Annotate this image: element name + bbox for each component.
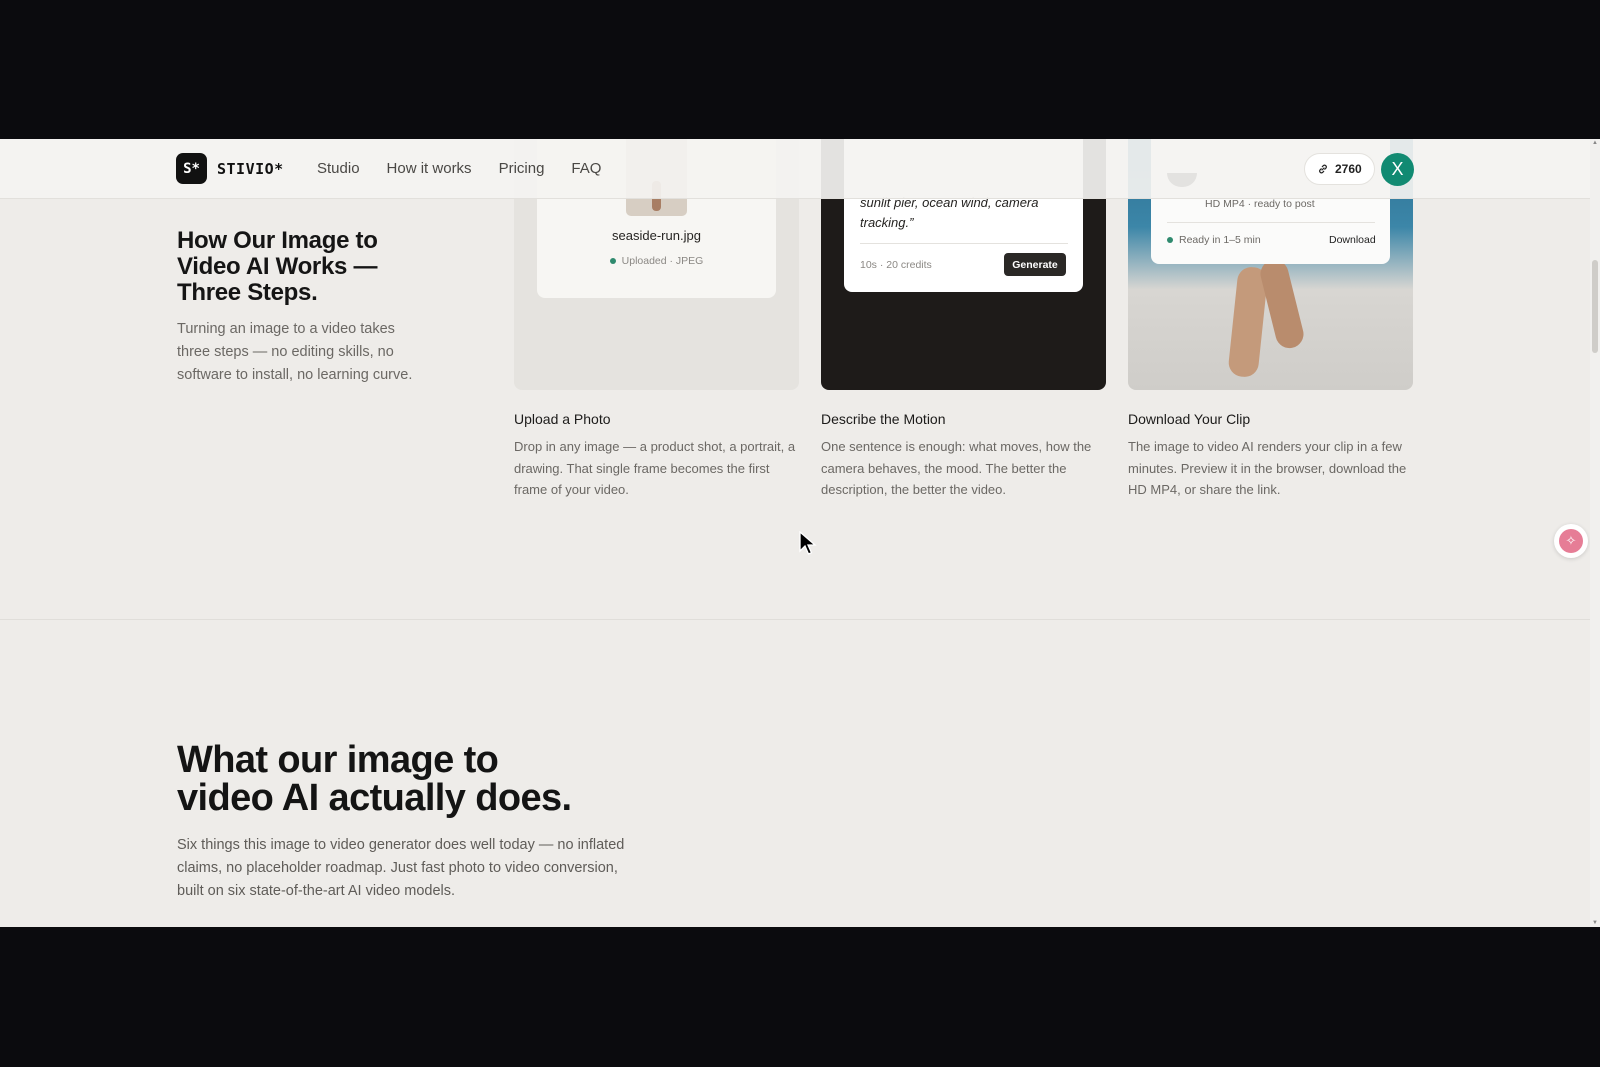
credits-badge[interactable]: 2760 <box>1304 153 1375 185</box>
user-avatar[interactable]: X <box>1381 153 1414 186</box>
section-description: Turning an image to a video takes three … <box>177 321 413 383</box>
main-nav: Studio How it works Pricing FAQ <box>317 160 601 177</box>
upload-status: Uploaded · JPEG <box>537 255 776 267</box>
logo-text: STIVIO* <box>217 159 284 178</box>
top-navigation: S* STIVIO* Studio How it works Pricing F… <box>0 139 1590 199</box>
mouse-cursor-icon <box>799 531 817 555</box>
page-viewport: seaside-run.jpg Uploaded · JPEG sunlit p… <box>0 139 1600 927</box>
scroll-up-icon[interactable]: ▲ <box>1592 140 1598 146</box>
ready-status: Ready in 1–5 min <box>1167 234 1261 246</box>
prompt-meta: 10s · 20 credits <box>860 259 932 271</box>
link-icon <box>1319 164 1327 174</box>
section-title: How Our Image to Video AI Works — Three … <box>177 227 378 306</box>
nav-faq[interactable]: FAQ <box>571 160 601 177</box>
nav-pricing[interactable]: Pricing <box>499 160 545 177</box>
generate-button[interactable]: Generate <box>1004 253 1066 276</box>
logo-mark: S* <box>176 153 207 184</box>
scroll-down-icon[interactable]: ▼ <box>1592 920 1598 926</box>
assistant-icon: ✧ <box>1559 529 1583 553</box>
divider <box>1167 222 1375 223</box>
status-dot-icon <box>609 258 616 265</box>
nav-how-it-works[interactable]: How it works <box>387 160 472 177</box>
download-link[interactable]: Download <box>1329 234 1376 246</box>
assistant-button[interactable]: ✧ <box>1554 524 1588 558</box>
file-name: seaside-run.jpg <box>612 228 701 243</box>
divider <box>860 243 1068 244</box>
step-title-motion: Describe the Motion <box>821 411 946 427</box>
features-title: What our image to video AI actually does… <box>177 739 572 819</box>
prompt-text: sunlit pier, ocean wind, camera tracking… <box>860 195 1039 230</box>
step-title-download: Download Your Clip <box>1128 411 1251 427</box>
status-dot-icon <box>1167 237 1173 244</box>
nav-studio[interactable]: Studio <box>317 160 360 177</box>
credits-count: 2760 <box>1335 162 1362 176</box>
download-subtitle: HD MP4 · ready to post <box>1205 198 1315 210</box>
step-desc-motion: One sentence is enough: what moves, how … <box>821 439 1092 497</box>
section-divider <box>0 619 1590 620</box>
scroll-thumb[interactable] <box>1592 260 1598 353</box>
step-desc-download: The image to video AI renders your clip … <box>1128 439 1407 497</box>
features-description: Six things this image to video generator… <box>177 837 625 899</box>
step-desc-upload: Drop in any image — a product shot, a po… <box>514 439 796 497</box>
step-title-upload: Upload a Photo <box>514 411 611 427</box>
page-scrollbar[interactable]: ▲ ▼ <box>1590 139 1600 927</box>
brand-logo[interactable]: S* STIVIO* <box>176 153 284 184</box>
